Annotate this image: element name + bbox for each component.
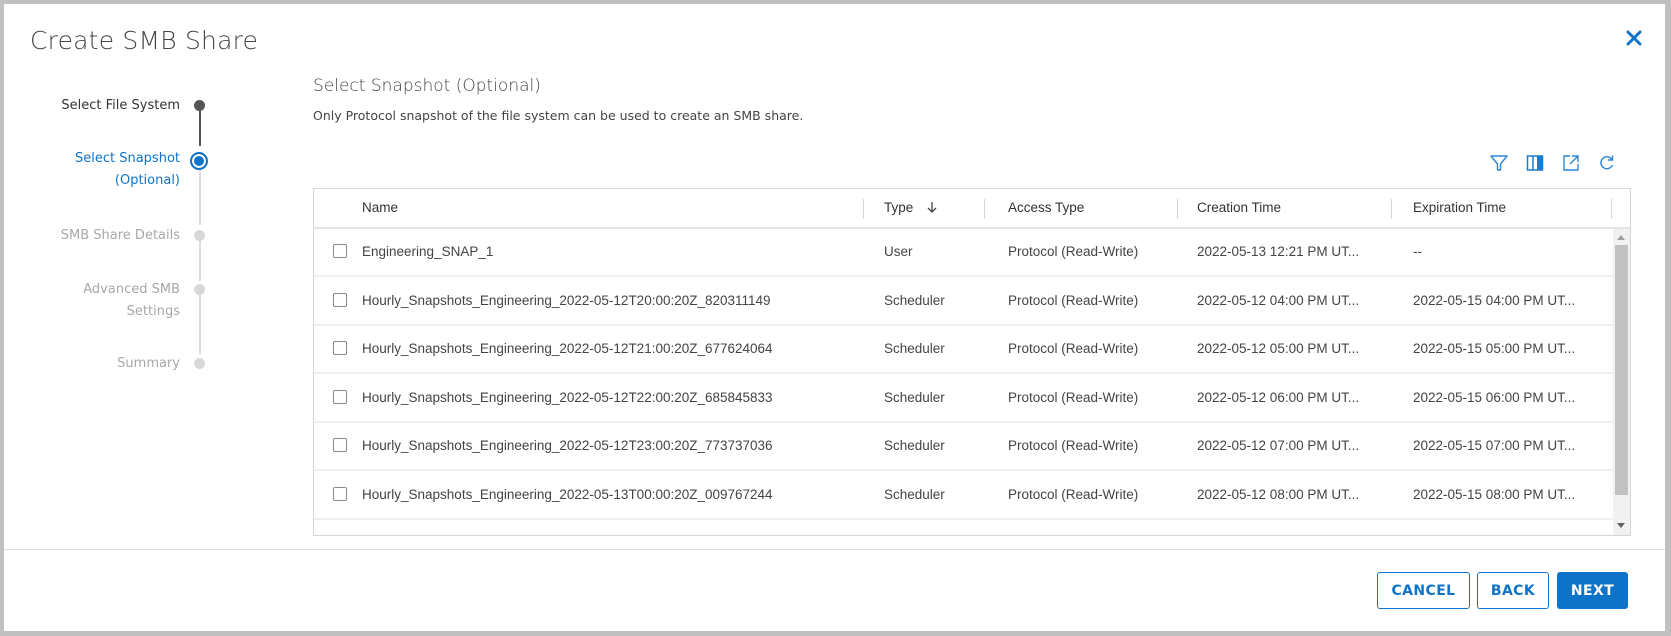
cell-expiration-time: 2022-05-15 06:00 PM UT... xyxy=(1413,389,1576,405)
step-connector xyxy=(199,106,201,146)
cell-type: User xyxy=(884,244,913,259)
scrollbar-thumb[interactable] xyxy=(1615,245,1628,495)
footer-divider xyxy=(4,549,1665,550)
step-indicator-completed xyxy=(194,100,205,111)
back-button[interactable]: BACK xyxy=(1477,572,1549,609)
arrow-down-icon xyxy=(927,202,937,213)
column-divider[interactable] xyxy=(984,199,985,219)
section-description: Only Protocol snapshot of the file syste… xyxy=(313,108,804,123)
step-indicator-current xyxy=(190,152,208,170)
columns-icon xyxy=(1526,155,1544,171)
column-header-type[interactable]: Type xyxy=(884,189,939,227)
cell-expiration-time: 2022-05-15 08:00 PM UT... xyxy=(1413,486,1576,502)
table-row[interactable]: Hourly_Snapshots_Engineering_2022-05-12T… xyxy=(314,375,1614,423)
column-header-expiration-time[interactable]: Expiration Time xyxy=(1413,189,1506,227)
cell-creation-time: 2022-05-12 07:00 PM UT... xyxy=(1197,438,1360,453)
table-toolbar xyxy=(1488,152,1618,176)
cell-access-type: Protocol (Read-Write) xyxy=(1008,244,1139,259)
step-label: SMB Share Details xyxy=(60,228,180,243)
filter-icon xyxy=(1490,155,1508,171)
dialog-title: Create SMB Share xyxy=(30,26,259,55)
export-icon xyxy=(1563,155,1579,171)
cell-expiration-time: 2022-05-15 07:00 PM UT... xyxy=(1413,438,1576,453)
table-header: Name Type Access Type Creation Time Expi… xyxy=(314,189,1630,229)
scroll-down-arrow[interactable] xyxy=(1617,523,1625,528)
step-indicator-pending xyxy=(194,358,205,369)
row-checkbox[interactable] xyxy=(333,389,347,404)
column-header-access-type[interactable]: Access Type xyxy=(1008,189,1084,227)
cell-creation-time: 2022-05-12 08:00 PM UT... xyxy=(1197,486,1360,502)
column-divider[interactable] xyxy=(1177,199,1178,219)
refresh-button[interactable] xyxy=(1596,152,1618,174)
cell-type: Scheduler xyxy=(884,341,945,356)
cell-type: Scheduler xyxy=(884,292,945,308)
cell-name: Hourly_Snapshots_Engineering_2022-05-13T… xyxy=(362,486,773,502)
row-checkbox[interactable] xyxy=(333,438,347,452)
column-divider[interactable] xyxy=(1391,199,1392,219)
cell-creation-time: 2022-05-12 05:00 PM UT... xyxy=(1197,341,1360,356)
table-row[interactable]: Hourly_Snapshots_Engineering_2022-05-13T… xyxy=(314,472,1614,520)
table-row[interactable]: Hourly_Snapshots_Engineering_2022-05-12T… xyxy=(314,278,1614,326)
cell-expiration-time: -- xyxy=(1413,244,1422,259)
next-button[interactable]: NEXT xyxy=(1557,572,1628,609)
cancel-button[interactable]: CANCEL xyxy=(1377,572,1470,609)
column-header-creation-time[interactable]: Creation Time xyxy=(1197,189,1281,227)
cell-access-type: Protocol (Read-Write) xyxy=(1008,389,1139,405)
columns-button[interactable] xyxy=(1524,152,1546,174)
row-checkbox[interactable] xyxy=(333,244,347,258)
cell-type: Scheduler xyxy=(884,438,945,453)
step-label-line2: (Optional) xyxy=(114,173,180,188)
cell-access-type: Protocol (Read-Write) xyxy=(1008,438,1139,453)
step-label: Summary xyxy=(117,356,180,371)
table-scrollbar[interactable] xyxy=(1613,229,1630,535)
cell-creation-time: 2022-05-12 06:00 PM UT... xyxy=(1197,389,1360,405)
cell-access-type: Protocol (Read-Write) xyxy=(1008,486,1139,502)
step-connector xyxy=(199,292,201,354)
export-button[interactable] xyxy=(1560,152,1582,174)
column-divider[interactable] xyxy=(1611,199,1612,219)
row-checkbox[interactable] xyxy=(333,341,347,355)
cell-name: Hourly_Snapshots_Engineering_2022-05-12T… xyxy=(362,389,773,405)
refresh-icon xyxy=(1600,155,1614,170)
filter-button[interactable] xyxy=(1488,152,1510,174)
step-indicator-pending xyxy=(194,230,205,241)
cell-access-type: Protocol (Read-Write) xyxy=(1008,341,1139,356)
cell-type: Scheduler xyxy=(884,486,945,502)
step-label: Select Snapshot xyxy=(74,151,180,166)
column-header-type-label: Type xyxy=(884,200,914,215)
scroll-up-arrow[interactable] xyxy=(1617,235,1625,240)
step-indicator-pending xyxy=(194,284,205,295)
cell-name: Hourly_Snapshots_Engineering_2022-05-12T… xyxy=(362,292,771,308)
cell-name: Hourly_Snapshots_Engineering_2022-05-12T… xyxy=(362,438,773,453)
snapshot-table: Name Type Access Type Creation Time Expi… xyxy=(313,188,1631,536)
column-header-name[interactable]: Name xyxy=(362,189,398,227)
step-connector xyxy=(199,238,201,281)
step-label-line2: Settings xyxy=(126,304,180,319)
cell-expiration-time: 2022-05-15 04:00 PM UT... xyxy=(1413,292,1576,308)
close-button[interactable] xyxy=(1622,26,1646,50)
step-label: Advanced SMB xyxy=(83,282,180,297)
cell-type: Scheduler xyxy=(884,389,945,405)
row-checkbox[interactable] xyxy=(333,292,347,307)
cell-expiration-time: 2022-05-15 05:00 PM UT... xyxy=(1413,341,1576,356)
cell-creation-time: 2022-05-13 12:21 PM UT... xyxy=(1197,244,1360,259)
step-label: Select File System xyxy=(61,98,180,113)
table-row[interactable]: Hourly_Snapshots_Engineering_2022-05-12T… xyxy=(314,326,1614,374)
cell-creation-time: 2022-05-12 04:00 PM UT... xyxy=(1197,292,1360,308)
table-row[interactable]: Hourly_Snapshots_Engineering_2022-05-12T… xyxy=(314,423,1614,471)
table-row[interactable]: Engineering_SNAP_1 User Protocol (Read-Wri… xyxy=(314,229,1614,277)
cell-access-type: Protocol (Read-Write) xyxy=(1008,292,1139,308)
row-checkbox[interactable] xyxy=(333,486,347,501)
close-icon xyxy=(1626,30,1642,46)
cell-name: Hourly_Snapshots_Engineering_2022-05-12T… xyxy=(362,341,773,356)
create-smb-share-dialog: Create SMB Share Select File System Sele… xyxy=(4,4,1665,631)
section-heading: Select Snapshot (Optional) xyxy=(313,76,541,96)
column-divider[interactable] xyxy=(863,199,864,219)
cell-name: Engineering_SNAP_1 xyxy=(362,244,494,259)
